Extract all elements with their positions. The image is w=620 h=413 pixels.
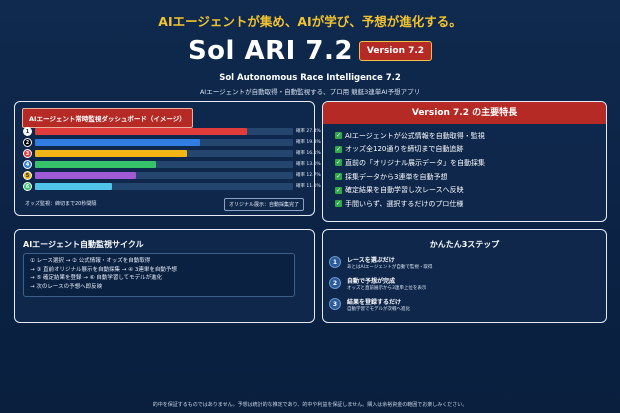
- boat-number-badge: 6: [23, 182, 32, 191]
- probability-bar-track: [35, 183, 293, 190]
- step-item: 1 レースを選ぶだけ あとはAIエージェントが自動で監視・取得: [329, 255, 599, 275]
- probability-bar-fill: [35, 183, 113, 190]
- exhibit-status: オリジナル展示：自動採集完了: [223, 198, 304, 211]
- cycle-panel: AIエージェント自動監視サイクル ① レース選択 → ② 公式情報・オッズを自動…: [14, 229, 315, 323]
- step-item: 3 結果を登録するだけ 自動学習でモデルが次戦へ進化: [329, 297, 599, 317]
- probability-row: 2 確率 19.8%: [23, 138, 321, 147]
- probability-row: 6 確率 11.0%: [23, 182, 321, 191]
- feature-text: 手間いらず、選択するだけのプロ仕様: [345, 199, 464, 208]
- probability-label: 確率 16.1%: [296, 151, 321, 156]
- odds-monitor-status: オッズ監視：締切まで20秒間隔: [25, 201, 97, 207]
- cycle-line: → ⑤ 確定結果を登録 → ⑥ 自動学習してモデルが進化: [30, 275, 163, 282]
- step-item: 2 自動で予想が完成 オッズと直前展示から3連単上位を表示: [329, 276, 599, 296]
- steps-panel: かんたん3ステップ 1 レースを選ぶだけ あとはAIエージェントが自動で監視・取得 2…: [322, 229, 607, 323]
- probability-bar-fill: [35, 150, 188, 157]
- cycle-line: → 次のレースの予想へ即反映: [30, 283, 103, 290]
- probability-bar-fill: [35, 161, 157, 168]
- features-panel: Version 7.2 の主要特長 ✓ AIエージェントが公式情報を自動取得・監視…: [322, 101, 607, 222]
- feature-text: AIエージェントが公式情報を自動取得・監視: [345, 131, 485, 140]
- boat-number-badge: 2: [23, 138, 32, 147]
- check-icon: ✓: [335, 186, 342, 194]
- app-title: Sol ARI 7.2: [187, 36, 353, 66]
- check-icon: ✓: [335, 159, 342, 167]
- probability-row: 1 確率 27.4%: [23, 127, 321, 136]
- boat-number-badge: 3: [23, 149, 32, 158]
- feature-text: オッズ全120通りを締切まで自動追跡: [345, 145, 464, 154]
- probability-label: 確率 11.0%: [296, 184, 321, 189]
- step-title: 自動で予想が完成: [347, 278, 396, 285]
- cycle-line: ① レース選択 → ② 公式情報・オッズを自動取得: [30, 258, 151, 264]
- check-icon: ✓: [335, 200, 342, 208]
- feature-item: ✓ 採集データから3連単を自動予想: [335, 170, 485, 184]
- version-badge: Version 7.2: [358, 41, 433, 61]
- probability-bar-fill: [35, 128, 247, 135]
- probability-label: 確率 19.8%: [296, 140, 321, 145]
- dashboard-title: AIエージェント常時監視ダッシュボード（イメージ）: [22, 108, 193, 128]
- feature-item: ✓ AIエージェントが公式情報を自動取得・監視: [335, 129, 485, 143]
- probability-bar-track: [35, 150, 293, 157]
- probability-bar-track: [35, 161, 293, 168]
- probability-bar-track: [35, 128, 293, 135]
- probability-bar-fill: [35, 172, 136, 179]
- step-number: 3: [329, 298, 341, 310]
- check-icon: ✓: [335, 145, 342, 153]
- cycle-line: → ③ 直前オリジナル展示を自動採集 → ④ 3連単を自動予想: [30, 266, 177, 273]
- check-icon: ✓: [335, 132, 342, 140]
- step-number: 1: [329, 256, 341, 268]
- feature-text: 採集データから3連単を自動予想: [345, 172, 448, 181]
- title-row: Sol ARI 7.2 Version 7.2: [0, 34, 620, 68]
- feature-item: ✓ 直前の「オリジナル展示データ」を自動採集: [335, 156, 485, 170]
- probability-row: 3 確率 16.1%: [23, 149, 321, 158]
- features-title: Version 7.2 の主要特長: [323, 102, 606, 124]
- probability-bar-track: [35, 139, 293, 146]
- feature-item: ✓ 確定結果を自動学習し次レースへ反映: [335, 183, 485, 197]
- feature-text: 直前の「オリジナル展示データ」を自動採集: [345, 158, 485, 167]
- step-description: 自動学習でモデルが次戦へ進化: [347, 307, 410, 312]
- probability-label: 確率 27.4%: [296, 129, 321, 134]
- feature-item: ✓ 手間いらず、選択するだけのプロ仕様: [335, 197, 485, 211]
- step-description: あとはAIエージェントが自動で監視・取得: [347, 265, 433, 270]
- step-title: 結果を登録するだけ: [347, 299, 402, 306]
- step-title: レースを選ぶだけ: [347, 257, 395, 264]
- check-icon: ✓: [335, 173, 342, 181]
- steps-title: かんたん3ステップ: [429, 240, 500, 249]
- cycle-steps-box: ① レース選択 → ② 公式情報・オッズを自動取得 → ③ 直前オリジナル展示を自…: [23, 253, 295, 297]
- boat-number-badge: 5: [23, 171, 32, 180]
- features-list: ✓ AIエージェントが公式情報を自動取得・監視 ✓ オッズ全120通りを締切まで自動追…: [335, 129, 485, 211]
- feature-item: ✓ オッズ全120通りを締切まで自動追跡: [335, 143, 485, 157]
- boat-number-badge: 4: [23, 160, 32, 169]
- disclaimer: 的中を保証するものではありません。予想は統計的な推定であり、的中や利益を保証しま…: [152, 402, 468, 408]
- probability-label: 確率 12.7%: [296, 173, 321, 178]
- probability-row: 4 確率 13.0%: [23, 160, 321, 169]
- feature-text: 確定結果を自動学習し次レースへ反映: [345, 186, 464, 195]
- probability-label: 確率 13.0%: [296, 162, 321, 167]
- app-description: AIエージェントが自動取得・自動監視する、プロ用 競艇3連単AI予想アプリ: [199, 88, 421, 96]
- step-description: オッズと直前展示から3連単上位を表示: [347, 286, 427, 291]
- probability-row: 5 確率 12.7%: [23, 171, 321, 180]
- tagline: AIエージェントが集め、AIが学び、予想が進化する。: [158, 14, 462, 29]
- boat-number-badge: 1: [23, 127, 32, 136]
- probability-bar-track: [35, 172, 293, 179]
- probability-bar-fill: [35, 139, 201, 146]
- step-number: 2: [329, 277, 341, 289]
- cycle-title: AIエージェント自動監視サイクル: [23, 240, 144, 249]
- dashboard-panel: AIエージェント常時監視ダッシュボード（イメージ） 1 確率 27.4% 2 確率 1…: [14, 101, 321, 216]
- app-subtitle: Sol Autonomous Race Intelligence 7.2: [219, 73, 401, 83]
